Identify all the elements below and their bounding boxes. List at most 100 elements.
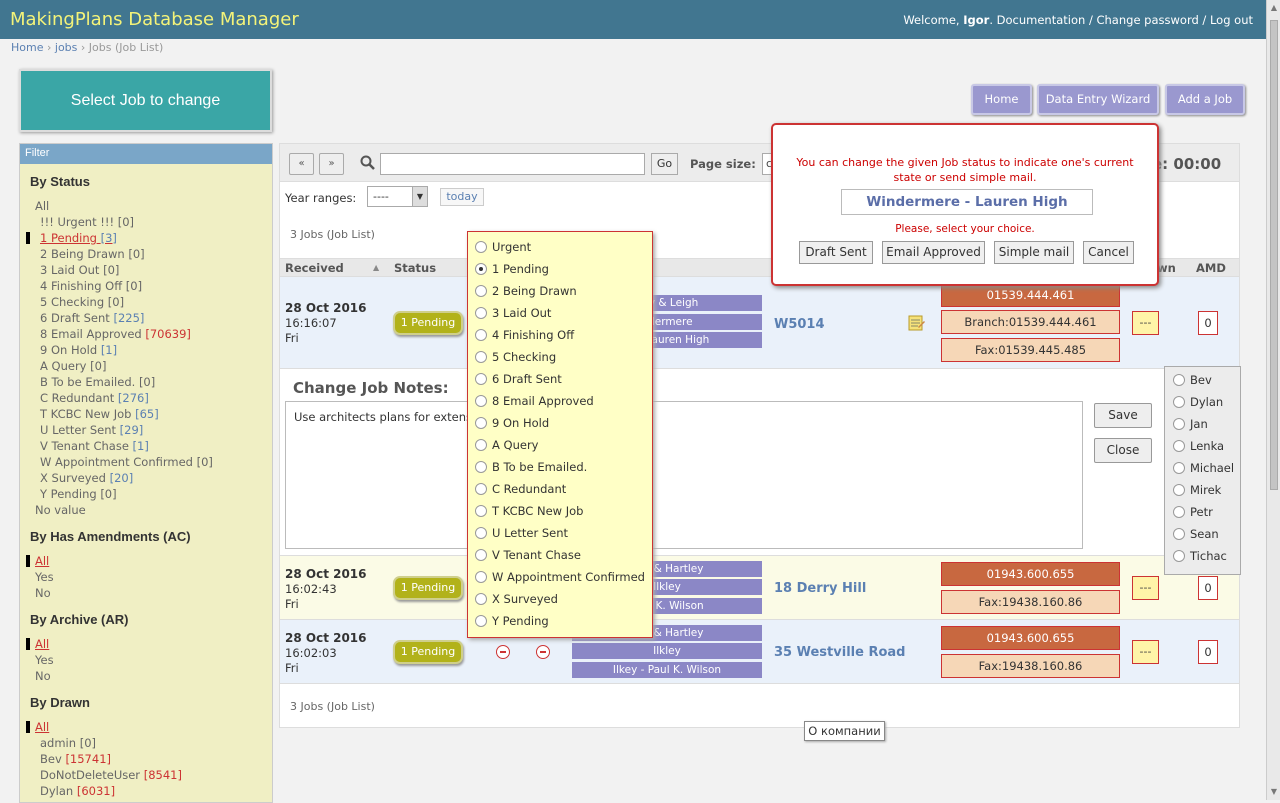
filter-status-item[interactable]: 9 On Hold [1] [20,342,272,358]
search-input[interactable] [380,153,645,175]
radio-icon[interactable] [475,549,487,561]
status-option[interactable]: 1 Pending [475,261,549,277]
filter-status-item[interactable]: 4 Finishing Off [0] [20,278,272,294]
col-status[interactable]: Status [394,261,436,275]
home-button[interactable]: Home [971,84,1032,115]
email-approved-button[interactable]: Email Approved [882,241,985,264]
filter-status-item[interactable]: 6 Draft Sent [225] [20,310,272,326]
filter-status-item[interactable]: Y Pending [0] [20,486,272,502]
radio-icon[interactable] [1173,418,1185,430]
filter-drawn-item[interactable]: Bev [15741] [20,751,272,767]
radio-icon[interactable] [1173,528,1185,540]
drawn-option[interactable]: Bev [1173,373,1212,387]
radio-icon[interactable] [475,351,487,363]
status-option[interactable]: 5 Checking [475,349,556,365]
status-option[interactable]: Urgent [475,239,531,255]
amd-value[interactable]: 0 [1198,311,1218,335]
filter-amend-yes[interactable]: Yes [20,569,272,585]
status-option[interactable]: 4 Finishing Off [475,327,574,343]
radio-icon[interactable] [1173,484,1185,496]
job-address[interactable]: 35 Westville Road [774,645,905,660]
status-badge[interactable]: 1 Pending [393,640,463,664]
col-drawn[interactable]: wn [1157,261,1176,275]
draft-sent-button[interactable]: Draft Sent [799,241,873,264]
drawn-option[interactable]: Sean [1173,527,1219,541]
radio-icon[interactable] [1173,440,1185,452]
drawn-select[interactable]: --- [1132,576,1159,600]
radio-icon[interactable] [475,439,487,451]
radio-icon[interactable] [475,505,487,517]
filter-drawn-item[interactable]: Dylan [6031] [20,783,272,799]
filter-archive-all[interactable]: All [20,636,272,652]
status-option[interactable]: 6 Draft Sent [475,371,562,387]
radio-icon[interactable] [475,263,487,275]
status-option[interactable]: 9 On Hold [475,415,549,431]
notes-icon[interactable] [908,314,926,332]
simple-mail-button[interactable]: Simple mail [994,241,1074,264]
status-option[interactable]: 8 Email Approved [475,393,594,409]
col-amd[interactable]: AMD [1196,261,1226,275]
drawn-option[interactable]: Jan [1173,417,1208,431]
add-job-button[interactable]: Add a Job [1165,84,1245,115]
radio-icon[interactable] [475,571,487,583]
radio-icon[interactable] [475,615,487,627]
col-received[interactable]: Received [285,261,344,275]
radio-icon[interactable] [475,593,487,605]
radio-icon[interactable] [1173,374,1185,386]
filter-status-item[interactable]: W Appointment Confirmed [0] [20,454,272,470]
filter-amend-no[interactable]: No [20,585,272,601]
filter-status-item[interactable]: V Tenant Chase [1] [20,438,272,454]
page-scrollbar[interactable]: ▲ ▼ [1266,0,1280,800]
today-button[interactable]: today [440,188,484,206]
status-option[interactable]: A Query [475,437,538,453]
radio-icon[interactable] [475,395,487,407]
drawn-option[interactable]: Dylan [1173,395,1223,409]
breadcrumb-jobs[interactable]: jobs [55,41,78,54]
remove-icon[interactable] [536,645,550,659]
job-address[interactable]: W5014 [774,317,825,332]
filter-status-item[interactable]: 5 Checking [0] [20,294,272,310]
close-button[interactable]: Close [1094,438,1152,463]
status-option[interactable]: W Appointment Confirmed [475,569,645,585]
notes-textarea[interactable]: Use architects plans for extens [285,401,1083,549]
table-row[interactable]: 28 Oct 2016 16:16:07 Fri 1 Pending ney & L… [280,277,1239,369]
status-option[interactable]: Y Pending [475,613,549,629]
filter-status-item[interactable]: All [20,198,272,214]
radio-icon[interactable] [1173,550,1185,562]
filter-status-item[interactable]: 1 Pending [3] [20,230,272,246]
drawn-select[interactable]: --- [1132,311,1159,335]
filter-status-item[interactable]: 8 Email Approved [70639] [20,326,272,342]
status-option[interactable]: U Letter Sent [475,525,568,541]
status-option[interactable]: C Redundant [475,481,566,497]
filter-drawn-item[interactable]: DoNotDeleteUser [8541] [20,767,272,783]
filter-status-item[interactable]: U Letter Sent [29] [20,422,272,438]
filter-amend-all[interactable]: All [20,553,272,569]
filter-status-item[interactable]: B To be Emailed. [0] [20,374,272,390]
year-ranges-select[interactable]: ---- ▼ [367,186,428,207]
status-option[interactable]: 3 Laid Out [475,305,551,321]
filter-status-item[interactable]: T KCBC New Job [65] [20,406,272,422]
scroll-thumb[interactable] [1270,20,1278,490]
filter-status-item[interactable]: C Redundant [276] [20,390,272,406]
save-button[interactable]: Save [1094,403,1152,428]
filter-status-item[interactable]: 2 Being Drawn [0] [20,246,272,262]
user-links[interactable]: . Documentation / Change password / Log … [989,13,1253,27]
radio-icon[interactable] [475,527,487,539]
radio-icon[interactable] [475,417,487,429]
radio-icon[interactable] [475,373,487,385]
filter-archive-no[interactable]: No [20,668,272,684]
prev-page-button[interactable]: « [289,153,314,175]
radio-icon[interactable] [1173,506,1185,518]
cancel-button[interactable]: Cancel [1083,241,1134,264]
status-option[interactable]: X Surveyed [475,591,558,607]
drawn-option[interactable]: Michael [1173,461,1234,475]
drawn-option[interactable]: Lenka [1173,439,1224,453]
filter-archive-yes[interactable]: Yes [20,652,272,668]
radio-icon[interactable] [475,285,487,297]
go-button[interactable]: Go [651,153,678,175]
table-row[interactable]: 28 Oct 2016 16:02:43 Fri 1 Pending Son & H… [280,556,1239,620]
table-row[interactable]: 28 Oct 2016 16:02:03 Fri 1 Pending Son & H… [280,620,1239,684]
radio-icon[interactable] [1173,462,1185,474]
data-entry-wizard-button[interactable]: Data Entry Wizard [1037,84,1159,115]
filter-status-item[interactable]: 3 Laid Out [0] [20,262,272,278]
